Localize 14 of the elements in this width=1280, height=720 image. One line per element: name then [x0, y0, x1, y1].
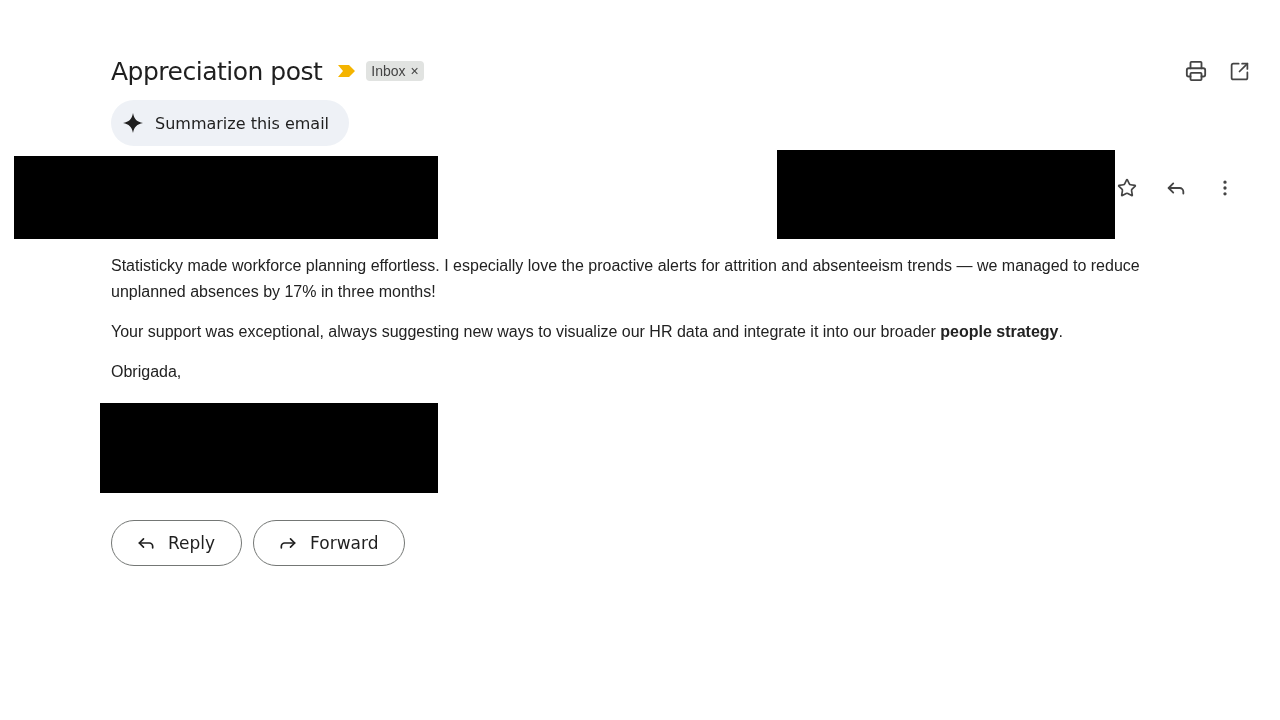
- star-icon[interactable]: [1117, 178, 1137, 198]
- remove-label-button[interactable]: ×: [410, 63, 419, 79]
- email-paragraph: Obrigada,: [111, 362, 183, 382]
- inbox-label[interactable]: Inbox ×: [366, 61, 424, 81]
- email-paragraph: Statisticky made workforce planning effortless. I especially love the proactive alerts for attrition and absenteeism trends — we managed to reduce unplanned absences by 17% in three months!: [111, 256, 1141, 302]
- reply-button[interactable]: Reply: [111, 520, 243, 566]
- email-subject: Appreciation post: [111, 56, 323, 86]
- sparkle-icon: [123, 113, 143, 133]
- open-in-new-window-icon[interactable]: [1229, 60, 1250, 82]
- forward-button[interactable]: Forward: [253, 520, 406, 566]
- summarize-button[interactable]: Summarize this email: [111, 100, 350, 146]
- print-icon[interactable]: [1185, 60, 1207, 82]
- email-paragraph: Your support was exceptional, always suggesting new ways to visualize our HR data and integrate it into our broader people strategy.: [111, 322, 1064, 342]
- label-arrow-icon: [338, 65, 357, 77]
